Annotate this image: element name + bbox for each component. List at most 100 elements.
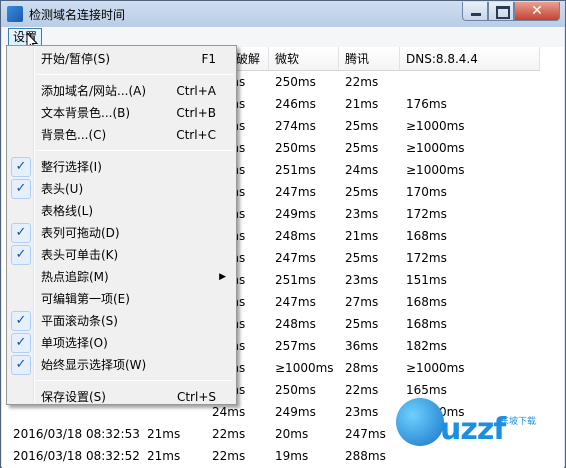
menu-item-label: 热点追踪(M) [41,270,109,284]
table-cell: 24ms [345,163,379,177]
table-cell: 172ms [406,251,447,265]
minimize-button[interactable] [462,2,488,21]
table-cell: 36ms [345,339,379,353]
menu-item[interactable]: 表格线(L) [9,200,234,222]
menu-item[interactable]: ✓ 始终显示选择项(W) [9,354,234,376]
check-icon: ✓ [11,355,31,375]
table-cell: 182ms [406,339,447,353]
menu-item-shortcut: Ctrl+C [176,128,216,142]
table-cell: ≥1000ms [275,361,334,375]
column-header[interactable]: DNS:8.8.4.4 [400,47,540,71]
menu-item-shortcut: Ctrl+S [176,390,216,404]
check-icon: ✓ [11,333,31,353]
menu-item-label: 表列可拖动(D) [41,226,120,240]
menu-separator [37,380,233,381]
table-cell: 22ms [212,427,246,441]
menu-item-label: 添加域名/网站...(A) [41,84,147,98]
menu-item-label: 始终显示选择项(W) [41,358,147,372]
table-cell: 25ms [345,119,379,133]
table-cell: 250ms [275,383,316,397]
table-cell: 19ms [275,449,309,463]
table-cell: 2016/03/18 08:32:52 [13,449,140,463]
table-cell: 168ms [406,317,447,331]
table-cell: 25ms [345,317,379,331]
menu-item[interactable]: ✓ 表列可拖动(D) [9,222,234,244]
check-icon: ✓ [11,311,31,331]
table-cell: 28ms [345,361,379,375]
table-cell: ≥1000ms [406,141,465,155]
menu-item-label: 开始/暂停(S) [41,52,111,66]
table-cell: 247ms [275,295,316,309]
menu-item-label: 单项选择(O) [41,336,108,350]
table-cell: 21ms [147,427,181,441]
watermark-sub: 东坡下载 [500,417,537,427]
menu-item[interactable]: 背景色...(C) Ctrl+C [9,124,234,146]
menu-item-label: 文本背景色...(B) [41,106,131,120]
table-cell: 21ms [147,449,181,463]
menu-item-label: 可编辑第一项(E) [41,292,130,306]
table-cell: 22ms [212,449,246,463]
table-cell: 176ms [406,97,447,111]
table-cell: 170ms [406,185,447,199]
menu-item[interactable]: 开始/暂停(S) F1 [9,48,234,70]
table-cell: 172ms [406,207,447,221]
menu-separator [37,150,233,151]
check-icon: ✓ [11,157,31,177]
maximize-button[interactable] [488,2,514,21]
table-cell: 246ms [275,97,316,111]
submenu-arrow-icon: ▶ [219,272,226,282]
menu-item-label: 整行选择(I) [41,160,102,174]
table-cell: 250ms [275,75,316,89]
table-cell: 20ms [275,427,309,441]
table-cell: 251ms [275,163,316,177]
table-cell: 247ms [345,427,386,441]
menu-bar: 设置 [2,27,564,47]
menu-item[interactable]: 保存设置(S) Ctrl+S [9,386,234,408]
menu-item[interactable]: ✓ 单项选择(O) [9,332,234,354]
menu-item-label: 保存设置(S) [41,390,106,404]
table-cell: 274ms [275,119,316,133]
table-cell: ≥1000ms [406,119,465,133]
menu-item-shortcut: Ctrl+A [176,84,216,98]
menu-item-label: 平面滚动条(S) [41,314,118,328]
watermark-logo: uzzf 东坡下载 [382,388,560,466]
close-button[interactable]: ✕ [514,2,560,21]
check-icon: ✓ [11,223,31,243]
table-cell: 288ms [345,449,386,463]
menu-item[interactable]: 文本背景色...(B) Ctrl+B [9,102,234,124]
table-cell: 23ms [345,273,379,287]
menu-item-label: 背景色...(C) [41,128,107,142]
settings-dropdown-menu: 开始/暂停(S) F1 添加域名/网站...(A) Ctrl+A 文本背景色...(B)… [6,45,237,405]
menu-item[interactable]: ✓ 表头可单击(K) [9,244,234,266]
table-cell: 168ms [406,229,447,243]
table-cell: 248ms [275,229,316,243]
menu-item[interactable]: 热点追踪(M) ▶ [9,266,234,288]
table-cell: 25ms [345,185,379,199]
check-icon: ✓ [11,245,31,265]
check-icon: ✓ [11,179,31,199]
watermark-globe-icon [396,398,444,446]
window-title: 检测域名连接时间 [29,8,126,22]
table-cell: 247ms [275,251,316,265]
watermark-main: uzzf [440,412,506,447]
menu-separator [37,74,233,75]
table-cell: 22ms [345,75,379,89]
app-icon [7,6,23,22]
menu-item[interactable]: ✓ 平面滚动条(S) [9,310,234,332]
table-cell: 250ms [275,141,316,155]
menu-item[interactable]: 添加域名/网站...(A) Ctrl+A [9,80,234,102]
column-header[interactable]: 腾讯 [339,47,400,71]
menu-item-shortcut: Ctrl+B [176,106,216,120]
column-header[interactable]: 微软 [269,47,339,71]
table-cell: 2016/03/18 08:32:53 [13,427,140,441]
title-bar[interactable]: 检测域名连接时间 ✕ [1,1,565,27]
table-cell: 248ms [275,317,316,331]
table-cell: 25ms [345,141,379,155]
table-cell: 249ms [275,207,316,221]
table-cell: 21ms [345,229,379,243]
menu-item[interactable]: 可编辑第一项(E) [9,288,234,310]
table-cell: ≥1000ms [406,361,465,375]
menu-item[interactable]: ✓ 整行选择(I) [9,156,234,178]
table-cell: 25ms [345,251,379,265]
menu-item[interactable]: ✓ 表头(U) [9,178,234,200]
